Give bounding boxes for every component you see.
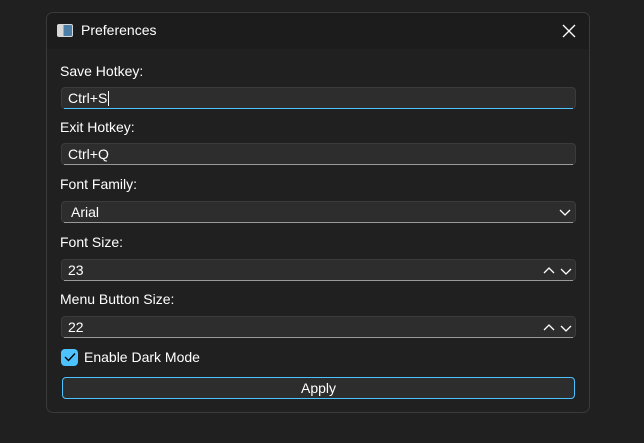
exit-hotkey-label: Exit Hotkey: xyxy=(60,119,135,135)
field-underline xyxy=(64,164,573,165)
font-family-label: Font Family: xyxy=(60,176,138,192)
save-hotkey-label: Save Hotkey: xyxy=(60,63,144,79)
text-caret xyxy=(108,91,110,106)
chevron-down-icon xyxy=(560,268,572,275)
close-icon xyxy=(562,24,576,38)
chevron-up-icon xyxy=(543,267,555,274)
checkmark-icon xyxy=(64,353,76,362)
title-bar[interactable]: Preferences xyxy=(47,13,589,49)
menu-button-size-decrement-button[interactable] xyxy=(560,321,572,333)
dark-mode-label: Enable Dark Mode xyxy=(84,349,200,365)
apply-button[interactable]: Apply xyxy=(62,377,575,399)
exit-hotkey-input[interactable]: Ctrl+Q xyxy=(61,143,576,165)
field-underline xyxy=(64,222,573,223)
font-size-spinbox[interactable]: 23 xyxy=(61,259,576,281)
close-button[interactable] xyxy=(555,17,583,45)
font-size-label: Font Size: xyxy=(60,234,124,250)
menu-button-size-value: 22 xyxy=(68,319,84,335)
menu-button-size-spinbox[interactable]: 22 xyxy=(61,316,576,338)
dark-mode-option[interactable]: Enable Dark Mode xyxy=(61,347,200,367)
save-hotkey-value: Ctrl+S xyxy=(68,90,108,106)
focus-underline xyxy=(64,108,573,109)
font-size-decrement-button[interactable] xyxy=(560,264,572,276)
chevron-down-icon xyxy=(560,325,572,332)
field-underline xyxy=(64,337,573,338)
font-family-value: Arial xyxy=(71,204,100,220)
exit-hotkey-value: Ctrl+Q xyxy=(68,146,109,162)
font-family-select[interactable]: Arial xyxy=(61,201,576,223)
menu-button-size-increment-button[interactable] xyxy=(543,321,555,333)
window-title: Preferences xyxy=(81,22,157,38)
preferences-dialog: Preferences Save Hotkey: Ctrl+S Exit Hot… xyxy=(46,12,590,413)
menu-button-size-label: Menu Button Size: xyxy=(60,291,175,307)
chevron-down-icon xyxy=(559,209,571,216)
font-size-increment-button[interactable] xyxy=(543,264,555,276)
save-hotkey-input[interactable]: Ctrl+S xyxy=(61,87,576,109)
window-icon xyxy=(57,24,73,37)
font-size-value: 23 xyxy=(68,262,84,278)
field-underline xyxy=(64,280,573,281)
chevron-up-icon xyxy=(543,324,555,331)
dark-mode-checkbox[interactable] xyxy=(61,348,78,366)
